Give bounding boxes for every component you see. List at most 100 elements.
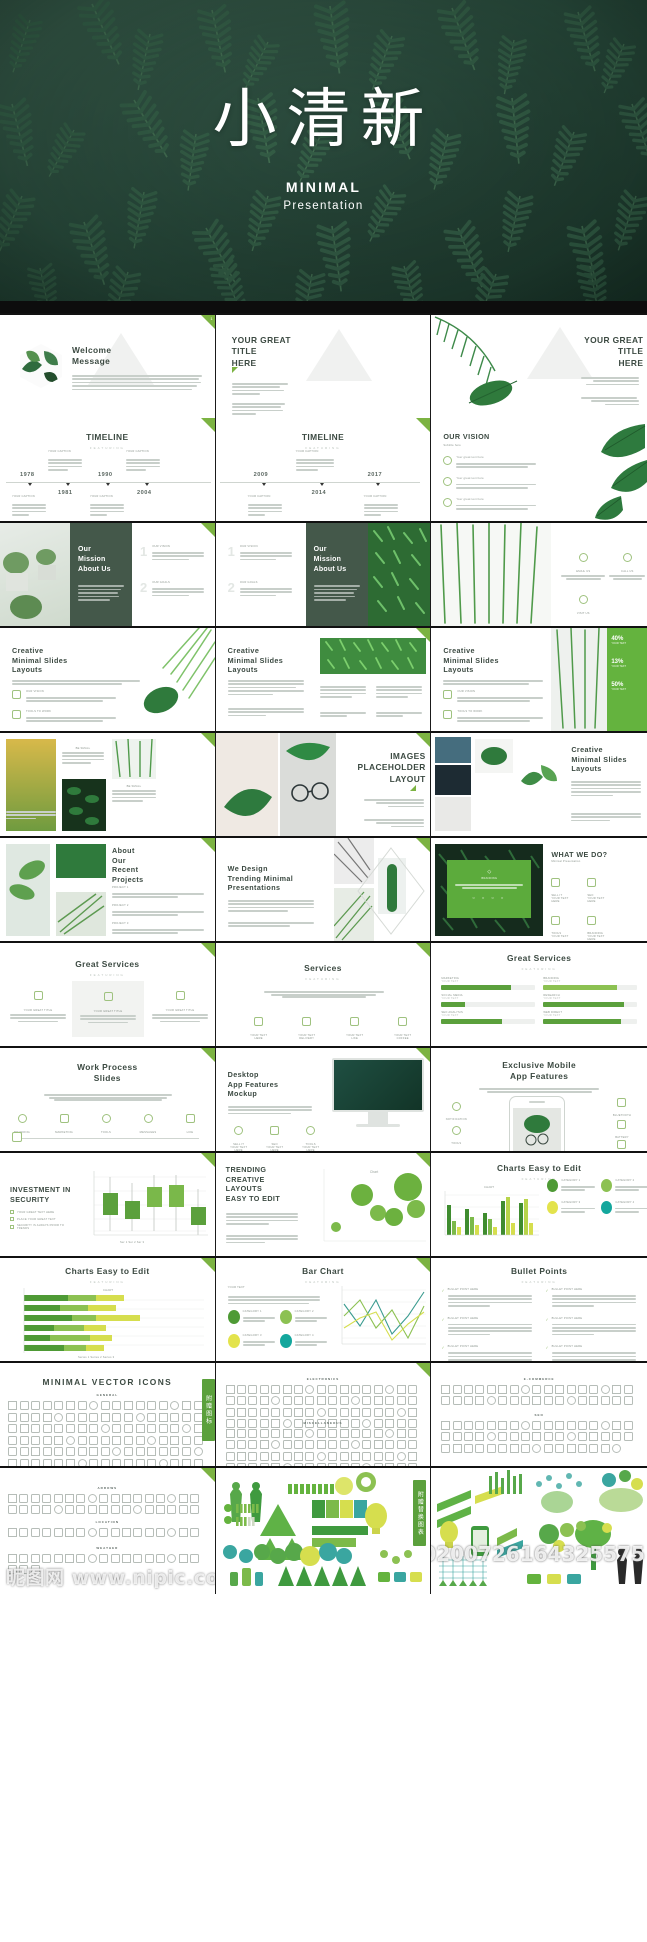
vector-icon[interactable]: [54, 1447, 64, 1457]
vector-icon[interactable]: [110, 1505, 120, 1515]
vector-icon[interactable]: [237, 1451, 247, 1461]
vector-icon[interactable]: [248, 1440, 258, 1450]
vector-icon[interactable]: [475, 1443, 485, 1453]
vector-icon[interactable]: [42, 1435, 52, 1445]
slide-exclusive-mobile-app-features[interactable]: Exclusive Mobile App Features NOTIFICATI…: [431, 1048, 647, 1151]
vector-icon[interactable]: [555, 1385, 565, 1394]
vector-icon[interactable]: [170, 1424, 180, 1434]
vector-icon[interactable]: [316, 1385, 326, 1394]
vector-icon[interactable]: [89, 1447, 99, 1457]
vector-icon[interactable]: [8, 1401, 17, 1410]
slide-bonus-infographics-1[interactable]: 附赠替换图表: [215, 1468, 432, 1594]
vector-icon[interactable]: [373, 1396, 383, 1406]
icon-grid-arrows[interactable]: [8, 1494, 208, 1515]
vector-icon[interactable]: [99, 1494, 109, 1503]
vector-icon[interactable]: [396, 1451, 406, 1461]
vector-icon[interactable]: [248, 1451, 258, 1461]
vector-icon[interactable]: [147, 1435, 157, 1445]
vector-icon[interactable]: [181, 1412, 191, 1422]
vector-icon[interactable]: [316, 1463, 326, 1466]
vector-icon[interactable]: [600, 1443, 610, 1453]
vector-icon[interactable]: [8, 1424, 17, 1434]
slide-icons-arrows-location-weather[interactable]: ARROWS LOCATION WEATHER 昵图网 www.nipic.co…: [0, 1468, 216, 1594]
vector-icon[interactable]: [53, 1505, 63, 1515]
vector-icon[interactable]: [532, 1443, 542, 1453]
vector-icon[interactable]: [248, 1407, 258, 1417]
slide-icons-electronics[interactable]: ELECTRONICS MISCELLANEOUS: [215, 1363, 432, 1466]
vector-icon[interactable]: [612, 1396, 622, 1406]
vector-icon[interactable]: [112, 1458, 122, 1466]
vector-icon[interactable]: [19, 1505, 29, 1515]
vector-icon[interactable]: [30, 1554, 40, 1563]
vector-icon[interactable]: [89, 1435, 99, 1445]
vector-icon[interactable]: [77, 1435, 87, 1445]
vector-icon[interactable]: [135, 1412, 145, 1422]
vector-icon[interactable]: [294, 1385, 303, 1394]
vector-icon[interactable]: [396, 1463, 406, 1466]
vector-icon[interactable]: [76, 1554, 86, 1563]
vector-icon[interactable]: [76, 1505, 86, 1515]
slide-timeline-2[interactable]: TIMELINE FEATURING 2009 2014 2017 YOUR C…: [215, 418, 432, 521]
vector-icon[interactable]: [259, 1440, 269, 1450]
slide-contact-leaf[interactable]: EMAIL US CALL US VISIT US: [431, 523, 647, 626]
vector-icon[interactable]: [31, 1401, 41, 1410]
vector-icon[interactable]: [135, 1424, 145, 1434]
vector-icon[interactable]: [225, 1451, 235, 1461]
vector-icon[interactable]: [121, 1528, 131, 1537]
vector-icon[interactable]: [385, 1463, 395, 1466]
vector-icon[interactable]: [89, 1412, 99, 1422]
vector-icon[interactable]: [112, 1401, 122, 1410]
vector-icon[interactable]: [612, 1421, 622, 1430]
vector-icon[interactable]: [133, 1554, 143, 1563]
vector-icon[interactable]: [8, 1528, 17, 1537]
vector-icon[interactable]: [498, 1432, 508, 1442]
vector-icon[interactable]: [498, 1421, 508, 1430]
vector-icon[interactable]: [54, 1424, 64, 1434]
vector-icon[interactable]: [589, 1396, 599, 1406]
vector-icon[interactable]: [543, 1396, 553, 1406]
slide-investment-in-security[interactable]: INVESTMENT IN SECURITY YOUR GREAT TEXT H…: [0, 1153, 216, 1256]
vector-icon[interactable]: [193, 1447, 203, 1457]
vector-icon[interactable]: [31, 1458, 41, 1466]
icon-grid-miscellaneous[interactable]: [225, 1429, 422, 1466]
vector-icon[interactable]: [156, 1505, 166, 1515]
vector-icon[interactable]: [170, 1447, 180, 1457]
vector-icon[interactable]: [30, 1505, 40, 1515]
vector-icon[interactable]: [8, 1412, 17, 1422]
vector-icon[interactable]: [441, 1421, 451, 1430]
vector-icon[interactable]: [486, 1432, 496, 1442]
vector-icon[interactable]: [294, 1451, 303, 1461]
vector-icon[interactable]: [407, 1385, 417, 1394]
vector-icon[interactable]: [147, 1412, 157, 1422]
slide-creative-minimal-slides-layouts-2[interactable]: Creative Minimal Slides Layouts: [215, 628, 432, 731]
slide-bonus-infographics-2[interactable]: By:hf95184 No.20200726164325575: [431, 1468, 647, 1594]
vector-icon[interactable]: [87, 1528, 97, 1537]
vector-icon[interactable]: [316, 1440, 326, 1450]
slide-your-great-title-here-2[interactable]: YOUR GREAT TITLE HERE: [431, 315, 647, 418]
vector-icon[interactable]: [19, 1435, 29, 1445]
vector-icon[interactable]: [282, 1451, 292, 1461]
vector-icon[interactable]: [623, 1421, 633, 1430]
vector-icon[interactable]: [89, 1401, 99, 1410]
vector-icon[interactable]: [612, 1443, 622, 1453]
vector-icon[interactable]: [532, 1432, 542, 1442]
vector-icon[interactable]: [110, 1528, 120, 1537]
slide-desktop-app-features-mockup[interactable]: Desktop App Features Mockup SELL IT YOUR …: [215, 1048, 432, 1151]
vector-icon[interactable]: [42, 1528, 52, 1537]
slide-creative-minimal-slides-layouts-4[interactable]: Creative Minimal Slides Layouts: [431, 733, 647, 836]
vector-icon[interactable]: [509, 1396, 519, 1406]
vector-icon[interactable]: [362, 1440, 372, 1450]
vector-icon[interactable]: [475, 1396, 485, 1406]
vector-icon[interactable]: [123, 1424, 133, 1434]
vector-icon[interactable]: [156, 1554, 166, 1563]
highlighted-service-card[interactable]: YOUR GREAT TITLE: [72, 981, 144, 1037]
vector-icon[interactable]: [248, 1463, 258, 1466]
slide-great-services-2[interactable]: Great Services FEATURING MARKETING YOUR T…: [431, 943, 647, 1046]
slide-bullet-points[interactable]: Bullet Points FEATURING ✓ BULLET POINT HE…: [431, 1258, 647, 1361]
slide-work-process-slides[interactable]: Work Process Slides BRANDING MARKETING T…: [0, 1048, 216, 1151]
vector-icon[interactable]: [112, 1424, 122, 1434]
vector-icon[interactable]: [64, 1528, 74, 1537]
slide-minimal-vector-icons[interactable]: MINIMAL VECTOR ICONS GENERAL 附赠图标: [0, 1363, 216, 1466]
vector-icon[interactable]: [282, 1407, 292, 1417]
vector-icon[interactable]: [123, 1401, 133, 1410]
